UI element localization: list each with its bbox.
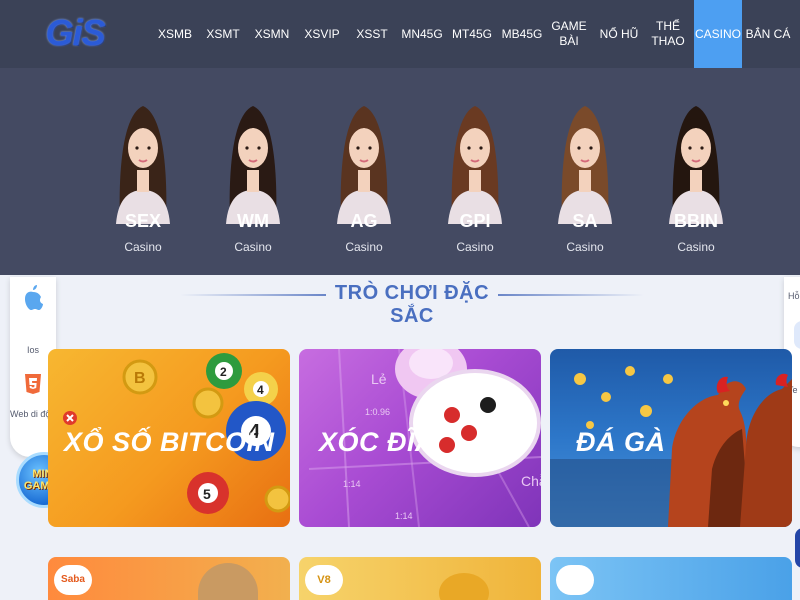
casino-dropdown-panel: SEX Casino WM Casino AG Casino GPI Casino SA Casi… bbox=[0, 68, 800, 275]
provider-card-gpi[interactable]: GPI Casino bbox=[420, 68, 530, 275]
nav-label: MT45G bbox=[451, 26, 492, 41]
provider-name: BBIN bbox=[674, 211, 718, 231]
game-tile-v8[interactable]: V8 bbox=[299, 557, 541, 600]
nav-mn45g[interactable]: MN45G bbox=[396, 0, 448, 68]
game-tile-3-row2[interactable] bbox=[550, 557, 792, 600]
nav-label: CASINO bbox=[694, 26, 741, 41]
tile-title: XÓC ĐĨA bbox=[319, 427, 436, 457]
saba-label: Saba bbox=[54, 565, 92, 595]
nav-label: XSMT bbox=[206, 26, 240, 41]
board-odds-2: 1:14 bbox=[343, 479, 361, 489]
nav-xsvip[interactable]: XSVIP bbox=[298, 0, 346, 68]
nav-the-thao[interactable]: THỂ THAO bbox=[644, 0, 692, 68]
provider-name: GPI bbox=[459, 211, 491, 231]
support-icon[interactable] bbox=[794, 321, 800, 349]
section-divider-right bbox=[498, 294, 644, 296]
nav-label: MB45G bbox=[501, 26, 543, 41]
provider-subtitle: Casino bbox=[124, 240, 162, 254]
top-nav-bar: GiS XSMB XSMT XSMN XSVIP XSST MN45G MT45G MB45G… bbox=[0, 0, 800, 68]
svg-text:B: B bbox=[134, 370, 146, 387]
section-divider-left bbox=[180, 294, 326, 296]
provider-name: SA bbox=[572, 211, 598, 231]
svg-text:5: 5 bbox=[203, 486, 211, 502]
section-title: TRÒ CHƠI ĐẶC SẮC bbox=[334, 282, 490, 327]
nav-label: XSMN bbox=[254, 26, 290, 41]
nav-xsst[interactable]: XSST bbox=[348, 0, 396, 68]
nav-xsmb[interactable]: XSMB bbox=[152, 0, 198, 68]
tile-badge bbox=[556, 565, 594, 595]
provider-subtitle: Casino bbox=[345, 240, 383, 254]
tile-title: ĐÁ GÀ bbox=[576, 427, 666, 457]
dealer-portrait bbox=[448, 106, 502, 224]
nav-label: THỂ THAO bbox=[651, 19, 685, 48]
board-odds-3: 1:14 bbox=[395, 511, 413, 521]
provider-name: WM bbox=[237, 211, 269, 231]
dealer-portrait bbox=[116, 106, 170, 224]
right-edge-float-icon[interactable] bbox=[795, 528, 800, 568]
nav-label: BẮN CÁ bbox=[745, 26, 791, 41]
provider-subtitle: Casino bbox=[566, 240, 604, 254]
provider-card-ag[interactable]: AG Casino bbox=[309, 68, 419, 275]
dealer-portrait bbox=[337, 106, 391, 224]
site-logo[interactable]: GiS bbox=[45, 10, 106, 56]
provider-subtitle: Casino bbox=[234, 240, 272, 254]
game-tile-xoc-dia[interactable]: Lẻ 1:0.96 1:14 1:14 Chẵ XÓC ĐĨA bbox=[299, 349, 541, 527]
support-label[interactable]: Hỗ bbox=[788, 291, 800, 301]
nav-label: MN45G bbox=[401, 26, 443, 41]
logo-text: GiS bbox=[45, 12, 106, 53]
v8-label: V8 bbox=[305, 565, 343, 595]
provider-subtitle: Casino bbox=[456, 240, 494, 254]
nav-mt45g[interactable]: MT45G bbox=[448, 0, 496, 68]
dealer-portrait bbox=[669, 106, 723, 224]
provider-subtitle: Casino bbox=[677, 240, 715, 254]
provider-name: SEX bbox=[124, 211, 162, 231]
nav-label: NỔ HŨ bbox=[599, 26, 639, 41]
board-label-chan: Chẵ bbox=[521, 473, 541, 489]
provider-card-wm[interactable]: WM Casino bbox=[198, 68, 308, 275]
nav-label: GAME BÀI bbox=[551, 19, 587, 48]
provider-card-sa[interactable]: SA Casino bbox=[530, 68, 640, 275]
tile-title: XỔ SỐ BITCOIN bbox=[64, 427, 275, 457]
board-label-le: Lẻ bbox=[371, 371, 387, 387]
dealer-portrait bbox=[558, 106, 612, 224]
gold-ornament bbox=[439, 573, 489, 600]
provider-name: AG bbox=[350, 211, 378, 231]
board-odds-1: 1:0.96 bbox=[365, 407, 391, 417]
game-tile-xo-so-bitcoin[interactable]: B 2 4 4 5 XỔ SỐ BITCOIN bbox=[48, 349, 290, 527]
provider-card-sex[interactable]: SEX Casino bbox=[88, 68, 198, 275]
nav-label: XSMB bbox=[157, 26, 192, 41]
player-avatar bbox=[198, 563, 258, 600]
nav-xsmt[interactable]: XSMT bbox=[200, 0, 246, 68]
nav-game-bai[interactable]: GAME BÀI bbox=[548, 0, 590, 68]
dealer-portrait bbox=[226, 106, 280, 224]
nav-label: XSVIP bbox=[304, 26, 340, 41]
nav-mb45g[interactable]: MB45G bbox=[498, 0, 546, 68]
nav-ban-ca[interactable]: BẮN CÁ bbox=[744, 0, 792, 68]
apple-icon[interactable] bbox=[22, 283, 44, 311]
provider-card-bbin[interactable]: BBIN Casino bbox=[641, 68, 751, 275]
game-tile-saba[interactable]: Saba bbox=[48, 557, 290, 600]
svg-text:4: 4 bbox=[257, 383, 264, 397]
nav-casino[interactable]: CASINO bbox=[694, 0, 742, 68]
nav-no-hu[interactable]: NỔ HŨ bbox=[596, 0, 642, 68]
svg-text:2: 2 bbox=[220, 365, 227, 379]
nav-label: XSST bbox=[356, 26, 388, 41]
html5-icon[interactable] bbox=[24, 373, 42, 395]
game-tile-da-ga[interactable]: ĐÁ GÀ bbox=[550, 349, 792, 527]
nav-xsmn[interactable]: XSMN bbox=[248, 0, 296, 68]
